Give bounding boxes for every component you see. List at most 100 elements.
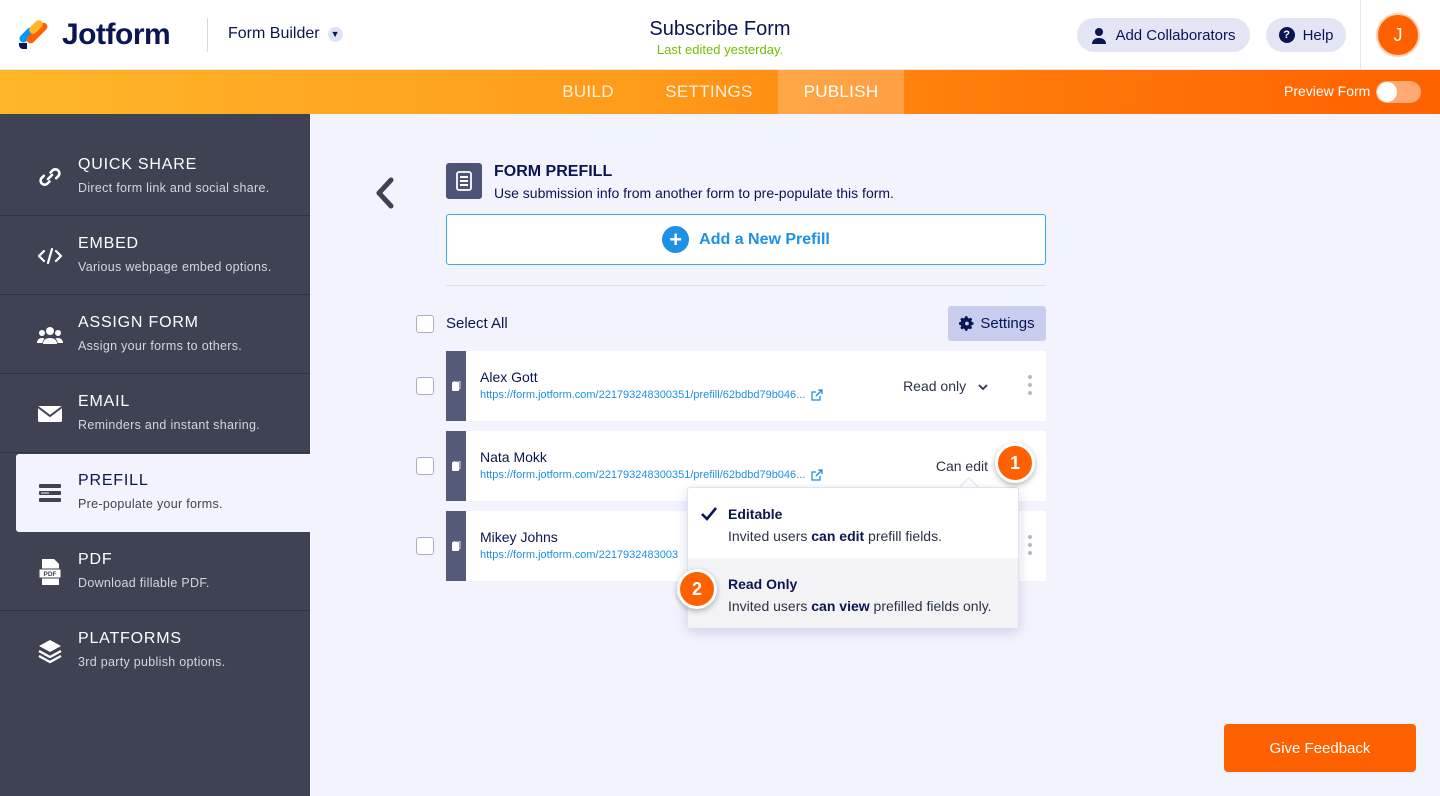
- give-feedback-button[interactable]: Give Feedback: [1224, 724, 1416, 772]
- add-new-prefill-button[interactable]: + Add a New Prefill: [446, 214, 1046, 265]
- row-handle: [446, 511, 466, 581]
- prefill-row-link[interactable]: https://form.jotform.com/2217932483003: [480, 549, 678, 561]
- row-more-options-icon[interactable]: [1028, 535, 1032, 555]
- sidebar-item-desc: Various webpage embed options.: [78, 260, 272, 274]
- tab-settings[interactable]: SETTINGS: [640, 70, 778, 114]
- code-icon: [36, 244, 64, 268]
- jotform-logo[interactable]: Jotform: [17, 18, 171, 52]
- sidebar-item-label: EMBED: [78, 235, 139, 252]
- external-link-icon[interactable]: [811, 469, 823, 481]
- option-title: Read Only: [728, 576, 798, 592]
- row-checkbox[interactable]: [416, 537, 434, 555]
- add-new-prefill-label: Add a New Prefill: [699, 230, 830, 248]
- document-icon: [452, 460, 461, 471]
- dropdown-option-editable[interactable]: Editable Invited users can edit prefill …: [688, 488, 1018, 558]
- help-icon: ?: [1278, 27, 1295, 43]
- prefill-row-link[interactable]: https://form.jotform.com/221793248300351…: [480, 469, 823, 481]
- help-button[interactable]: ? Help: [1266, 18, 1346, 52]
- prefill-row-url[interactable]: https://form.jotform.com/221793248300351…: [480, 389, 805, 401]
- dropdown-option-read-only[interactable]: Read Only Invited users can view prefill…: [688, 558, 1018, 628]
- step-badge: 2: [677, 569, 717, 609]
- sidebar-item-embed[interactable]: EMBED Various webpage embed options.: [0, 217, 310, 295]
- builder-nav: BUILD SETTINGS PUBLISH Preview Form: [0, 70, 1440, 114]
- sidebar-item-email[interactable]: EMAIL Reminders and instant sharing.: [0, 375, 310, 453]
- builder-tabs: BUILD SETTINGS PUBLISH: [536, 70, 904, 114]
- prefill-row: Alex Gott https://form.jotform.com/22179…: [446, 351, 1046, 421]
- sidebar-item-desc: Assign your forms to others.: [78, 339, 243, 353]
- plus-icon: +: [662, 226, 690, 253]
- row-more-options-icon[interactable]: [1028, 375, 1032, 395]
- sidebar-item-pdf[interactable]: PDF PDF Download fillable PDF.: [0, 533, 310, 611]
- permission-dropdown-menu: Editable Invited users can edit prefill …: [687, 487, 1019, 628]
- permission-select[interactable]: Read only: [903, 378, 988, 394]
- add-collaborators-button[interactable]: Add Collaborators: [1077, 18, 1250, 52]
- page-subtitle: Use submission info from another form to…: [494, 185, 894, 201]
- form-title[interactable]: Subscribe Form: [560, 18, 880, 41]
- preview-form-toggle[interactable]: [1376, 81, 1421, 103]
- prefill-row-link[interactable]: https://form.jotform.com/221793248300351…: [480, 389, 823, 401]
- sidebar-item-assign-form[interactable]: ASSIGN FORM Assign your forms to others.: [0, 296, 310, 374]
- help-label: Help: [1302, 26, 1334, 44]
- form-builder-label: Form Builder: [228, 25, 320, 42]
- option-description: Invited users can view prefilled fields …: [728, 598, 992, 614]
- select-all-checkbox[interactable]: [416, 315, 434, 333]
- form-prefill-icon: [446, 163, 482, 199]
- prefill-row-url[interactable]: https://form.jotform.com/221793248300351…: [480, 469, 805, 481]
- checkmark-icon: [701, 507, 718, 521]
- row-handle: [446, 351, 466, 421]
- header-divider-right: [1360, 0, 1361, 70]
- section-divider: [446, 285, 1046, 286]
- prefill-icon: [36, 481, 64, 505]
- jotform-logo-icon: [17, 18, 50, 51]
- envelope-icon: [36, 402, 64, 426]
- tab-build[interactable]: BUILD: [536, 70, 640, 114]
- option-description: Invited users can edit prefill fields.: [728, 528, 942, 544]
- sidebar-item-label: PLATFORMS: [78, 630, 182, 647]
- prefill-row-name: Alex Gott: [480, 369, 538, 385]
- back-chevron-icon[interactable]: [372, 176, 396, 215]
- permission-value: Read only: [903, 378, 967, 394]
- last-edited-status: Last edited yesterday.: [656, 42, 784, 57]
- chevron-down-icon: [978, 384, 988, 391]
- option-title: Editable: [728, 506, 783, 522]
- sidebar-item-label: QUICK SHARE: [78, 156, 198, 173]
- user-icon: [1092, 27, 1107, 44]
- gear-icon: [959, 316, 974, 331]
- row-checkbox[interactable]: [416, 377, 434, 395]
- sidebar-item-platforms[interactable]: PLATFORMS 3rd party publish options.: [0, 612, 310, 690]
- prefill-row-url[interactable]: https://form.jotform.com/2217932483003: [480, 549, 678, 561]
- select-all-label[interactable]: Select All: [446, 315, 508, 332]
- page-title: FORM PREFILL: [494, 163, 613, 180]
- sidebar-item-label: EMAIL: [78, 393, 131, 410]
- row-checkbox[interactable]: [416, 457, 434, 475]
- users-icon: [36, 323, 64, 347]
- sidebar-item-desc: Download fillable PDF.: [78, 576, 210, 590]
- sidebar-item-label: PREFILL: [78, 472, 149, 489]
- header-divider: [207, 18, 208, 52]
- sidebar-item-label: PDF: [78, 551, 113, 568]
- prefill-row-name: Nata Mokk: [480, 449, 547, 465]
- add-collaborators-label: Add Collaborators: [1115, 26, 1236, 44]
- prefill-row-name: Mikey Johns: [480, 529, 558, 545]
- permission-select[interactable]: Can edit: [936, 458, 988, 474]
- layers-icon: [36, 639, 64, 664]
- link-icon: [36, 165, 64, 189]
- sidebar-item-quick-share[interactable]: QUICK SHARE Direct form link and social …: [0, 138, 310, 216]
- sidebar-item-desc: 3rd party publish options.: [78, 655, 226, 669]
- toggle-knob: [1377, 82, 1397, 102]
- step-badge: 1: [995, 443, 1035, 483]
- sidebar-item-desc: Direct form link and social share.: [78, 181, 270, 195]
- chevron-down-icon: ▼: [327, 26, 343, 42]
- permission-value: Can edit: [935, 458, 988, 474]
- avatar[interactable]: J: [1376, 13, 1420, 57]
- publish-sidebar: QUICK SHARE Direct form link and social …: [0, 114, 310, 796]
- external-link-icon[interactable]: [811, 389, 823, 401]
- sidebar-item-desc: Pre-populate your forms.: [78, 497, 223, 511]
- preview-form-label: Preview Form: [1284, 83, 1371, 99]
- tab-publish[interactable]: PUBLISH: [778, 70, 904, 114]
- document-icon: [452, 380, 461, 391]
- settings-button[interactable]: Settings: [948, 306, 1046, 341]
- sidebar-item-prefill[interactable]: PREFILL Pre-populate your forms.: [16, 454, 310, 532]
- svg-text:PDF: PDF: [44, 571, 57, 578]
- form-builder-dropdown[interactable]: Form Builder ▼: [228, 25, 343, 43]
